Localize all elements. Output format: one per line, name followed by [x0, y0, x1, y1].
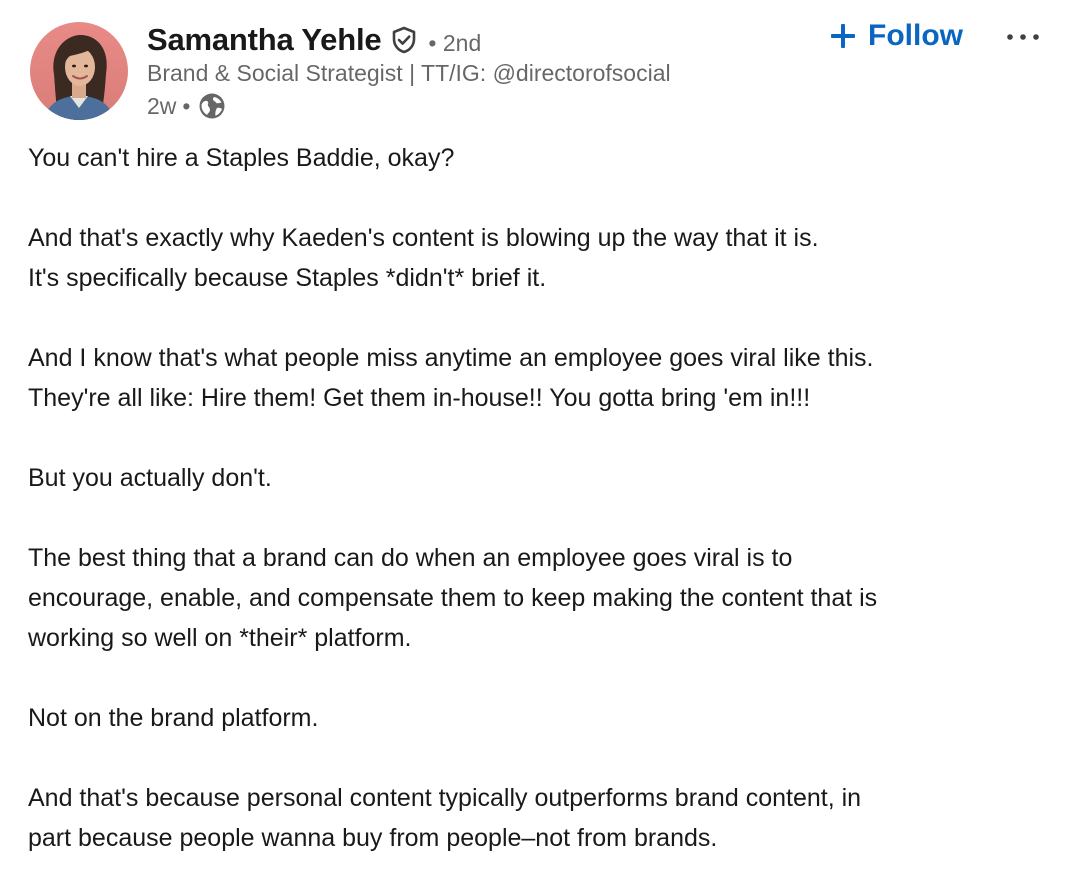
plus-icon [830, 23, 856, 49]
post-line: And that's because personal content typi… [28, 784, 862, 812]
more-options-button[interactable] [1002, 22, 1044, 52]
post-line-break [28, 178, 1058, 218]
post-line: working so well on *their* platform. [28, 624, 412, 652]
meta-separator: • [182, 92, 191, 119]
post-meta: 2w • [147, 91, 227, 121]
post-line: It's specifically because Staples *didn'… [28, 264, 547, 292]
ellipsis-icon [1006, 33, 1040, 41]
author-avatar[interactable] [30, 22, 128, 120]
post-line-break [28, 498, 1058, 538]
post-line: The best thing that a brand can do when … [28, 544, 793, 572]
post-body: You can't hire a Staples Baddie, okay? A… [28, 138, 1058, 858]
post-line-break [28, 658, 1058, 698]
author-headline: Brand & Social Strategist | TT/IG: @dire… [147, 60, 671, 86]
globe-icon [197, 91, 227, 121]
post-line: Not on the brand platform. [28, 704, 319, 732]
post-line: They're all like: Hire them! Get them in… [28, 384, 811, 412]
follow-label: Follow [868, 19, 963, 52]
post-line-break [28, 298, 1058, 338]
post-line: encourage, enable, and compensate them t… [28, 584, 878, 612]
author-name[interactable]: Samantha Yehle [147, 22, 382, 58]
post-line: part because people wanna buy from peopl… [28, 824, 718, 852]
author-name-row: Samantha Yehle • 2nd [147, 20, 481, 60]
post-line: You can't hire a Staples Baddie, okay? [28, 144, 455, 172]
verified-shield-icon [390, 26, 418, 54]
post-line-break [28, 418, 1058, 458]
follow-button[interactable]: Follow [830, 18, 963, 54]
post-line: And that's exactly why Kaeden's content … [28, 224, 819, 252]
connection-degree: • 2nd [428, 29, 482, 56]
post-line: And I know that's what people miss anyti… [28, 344, 874, 372]
post-timestamp[interactable]: 2w [147, 93, 176, 120]
post-line: But you actually don't. [28, 464, 272, 492]
post-line-break [28, 738, 1058, 778]
